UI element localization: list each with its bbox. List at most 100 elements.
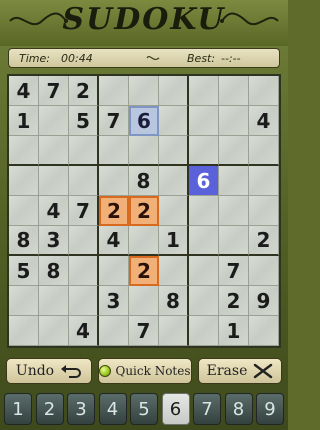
sudoku-cell[interactable] — [189, 136, 219, 166]
sudoku-cell[interactable] — [159, 136, 189, 166]
sudoku-cell[interactable]: 6 — [129, 106, 159, 136]
sudoku-cell[interactable]: 4 — [39, 196, 69, 226]
time-label: Time: — [19, 52, 50, 65]
sudoku-cell[interactable]: 2 — [69, 76, 99, 106]
sudoku-cell[interactable]: 1 — [9, 106, 39, 136]
sudoku-cell[interactable] — [189, 106, 219, 136]
number-button-4[interactable]: 4 — [98, 393, 127, 425]
sudoku-cell[interactable]: 4 — [9, 76, 39, 106]
sudoku-cell[interactable] — [69, 166, 99, 196]
sudoku-cell[interactable] — [249, 136, 279, 166]
sudoku-cell[interactable] — [39, 316, 69, 346]
sudoku-cell[interactable] — [69, 286, 99, 316]
sudoku-cell[interactable]: 7 — [69, 196, 99, 226]
number-button-3[interactable]: 3 — [67, 393, 95, 425]
sudoku-cell[interactable] — [159, 166, 189, 196]
sudoku-cell[interactable]: 6 — [189, 166, 219, 196]
sudoku-cell[interactable] — [189, 196, 219, 226]
number-button-2[interactable]: 2 — [35, 393, 64, 425]
sudoku-cell[interactable] — [69, 226, 99, 256]
sudoku-cell[interactable]: 3 — [39, 226, 69, 256]
sudoku-cell[interactable]: 4 — [99, 226, 129, 256]
sudoku-cell[interactable] — [219, 226, 249, 256]
sudoku-cell[interactable] — [249, 196, 279, 226]
sudoku-cell[interactable]: 8 — [129, 166, 159, 196]
sudoku-cell[interactable]: 2 — [99, 196, 129, 226]
sudoku-cell[interactable] — [9, 286, 39, 316]
sudoku-cell[interactable] — [159, 256, 189, 286]
sudoku-cell[interactable] — [9, 196, 39, 226]
sudoku-cell[interactable] — [99, 256, 129, 286]
sudoku-cell[interactable]: 8 — [39, 256, 69, 286]
sudoku-cell[interactable]: 7 — [39, 76, 69, 106]
sudoku-cell[interactable] — [219, 76, 249, 106]
sudoku-cell[interactable]: 7 — [219, 256, 249, 286]
sudoku-cell[interactable] — [9, 136, 39, 166]
sudoku-cell[interactable]: 7 — [129, 316, 159, 346]
erase-label: Erase — [206, 363, 248, 379]
sudoku-cell[interactable]: 9 — [249, 286, 279, 316]
sudoku-cell[interactable] — [189, 316, 219, 346]
sudoku-cell[interactable] — [159, 106, 189, 136]
quick-notes-button[interactable]: Quick Notes — [98, 358, 192, 384]
sudoku-cell[interactable]: 2 — [129, 196, 159, 226]
sudoku-cell[interactable] — [249, 256, 279, 286]
sudoku-cell[interactable]: 4 — [69, 316, 99, 346]
sudoku-cell[interactable] — [129, 286, 159, 316]
sudoku-cell[interactable] — [129, 226, 159, 256]
sudoku-cell[interactable] — [189, 286, 219, 316]
time-value: 00:44 — [61, 52, 93, 65]
sudoku-cell[interactable] — [39, 166, 69, 196]
sudoku-cell[interactable] — [189, 76, 219, 106]
sudoku-cell[interactable] — [39, 106, 69, 136]
sudoku-cell[interactable]: 2 — [129, 256, 159, 286]
action-bar: Undo Quick Notes Erase — [6, 358, 282, 384]
sudoku-cell[interactable]: 2 — [249, 226, 279, 256]
sudoku-cell[interactable]: 4 — [249, 106, 279, 136]
number-button-5[interactable]: 5 — [130, 393, 158, 425]
sudoku-cell[interactable] — [219, 136, 249, 166]
sudoku-cell[interactable] — [159, 76, 189, 106]
sudoku-cell[interactable] — [9, 316, 39, 346]
sudoku-cell[interactable] — [249, 76, 279, 106]
sudoku-cell[interactable]: 8 — [159, 286, 189, 316]
sudoku-cell[interactable] — [219, 166, 249, 196]
sudoku-cell[interactable]: 1 — [219, 316, 249, 346]
sudoku-cell[interactable] — [189, 256, 219, 286]
number-button-9[interactable]: 9 — [256, 393, 284, 425]
sudoku-cell[interactable] — [159, 316, 189, 346]
number-button-6[interactable]: 6 — [161, 393, 190, 425]
sudoku-cell[interactable] — [39, 136, 69, 166]
sudoku-cell[interactable]: 7 — [99, 106, 129, 136]
sudoku-grid: 472157648647228341258273829471 — [7, 74, 281, 348]
sudoku-cell[interactable] — [39, 286, 69, 316]
sudoku-cell[interactable]: 5 — [69, 106, 99, 136]
erase-button[interactable]: Erase — [198, 358, 282, 384]
number-button-1[interactable]: 1 — [4, 393, 32, 425]
sudoku-cell[interactable] — [249, 166, 279, 196]
sudoku-cell[interactable] — [129, 76, 159, 106]
sudoku-cell[interactable]: 3 — [99, 286, 129, 316]
sudoku-cell[interactable] — [249, 316, 279, 346]
sudoku-cell[interactable]: 5 — [9, 256, 39, 286]
sudoku-cell[interactable] — [9, 166, 39, 196]
number-button-7[interactable]: 7 — [193, 393, 221, 425]
sudoku-cell[interactable] — [99, 76, 129, 106]
sudoku-cell[interactable]: 8 — [9, 226, 39, 256]
sudoku-cell[interactable] — [69, 256, 99, 286]
separator-ornament-icon — [146, 56, 160, 61]
undo-button[interactable]: Undo — [6, 358, 92, 384]
sudoku-cell[interactable] — [99, 136, 129, 166]
sudoku-cell[interactable] — [129, 136, 159, 166]
number-button-8[interactable]: 8 — [224, 393, 253, 425]
sudoku-cell[interactable] — [99, 166, 129, 196]
sudoku-cell[interactable]: 2 — [219, 286, 249, 316]
sudoku-cell[interactable] — [159, 196, 189, 226]
sudoku-cell[interactable]: 1 — [159, 226, 189, 256]
undo-arrow-icon — [61, 365, 82, 378]
sudoku-cell[interactable] — [99, 316, 129, 346]
sudoku-cell[interactable] — [189, 226, 219, 256]
sudoku-cell[interactable] — [69, 136, 99, 166]
sudoku-cell[interactable] — [219, 196, 249, 226]
sudoku-cell[interactable] — [219, 106, 249, 136]
